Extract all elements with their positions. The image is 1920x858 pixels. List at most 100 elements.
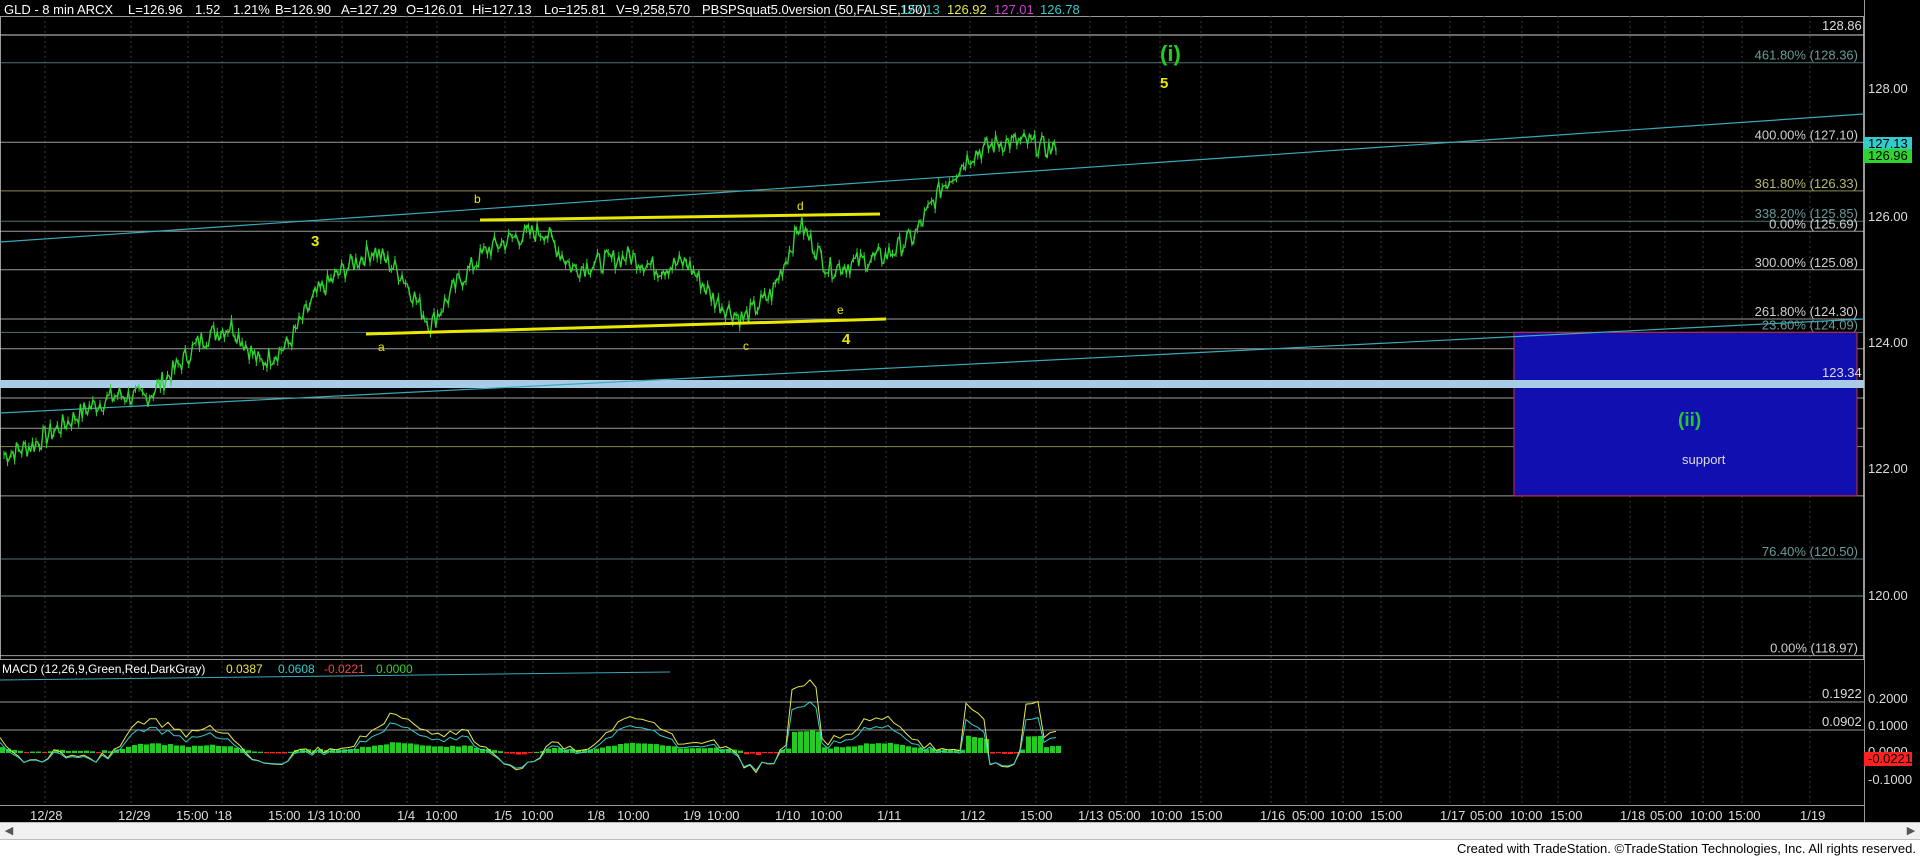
macd-histogram-bar — [360, 746, 365, 753]
macd-histogram-bar — [144, 744, 149, 753]
macd-histogram-bar — [174, 745, 179, 753]
time-tick: 10:00 — [707, 808, 740, 822]
header-ind-value-2: 126.92 — [947, 2, 987, 17]
macd-histogram-bar — [126, 746, 131, 753]
time-tick: 15:00 — [268, 808, 301, 822]
time-tick: 1/5 — [494, 808, 512, 822]
macd-tick: 0.1922 — [1822, 686, 1862, 701]
macd-histogram-bar — [390, 742, 395, 753]
macd-histogram-bar — [1008, 752, 1013, 754]
macd-histogram-bar — [900, 744, 905, 753]
macd-tick: 0.0902 — [1822, 714, 1862, 729]
time-tick: 10:00 — [1150, 808, 1183, 822]
macd-histogram-bar — [528, 752, 533, 754]
macd-histogram-bar — [990, 752, 995, 754]
macd-histogram-bar — [270, 752, 275, 754]
macd-histogram-bar — [30, 751, 35, 753]
macd-histogram-bar — [666, 745, 671, 753]
macd-histogram-bar — [36, 751, 41, 753]
scroll-right-arrow-icon[interactable]: ▶ — [1902, 823, 1920, 839]
macd-histogram-bar — [894, 744, 899, 753]
macd-histogram-bar — [168, 744, 173, 753]
fib-level-label: 461.80% (128.36) — [1755, 48, 1858, 63]
macd-histogram-bar — [258, 751, 263, 753]
macd-histogram-bar — [552, 747, 557, 753]
time-tick: 10:00 — [810, 808, 843, 822]
macd-histogram-bar — [504, 752, 509, 754]
macd-histogram-bar — [882, 743, 887, 753]
time-tick: 05:00 — [1108, 808, 1141, 822]
time-tick: '18 — [215, 808, 232, 822]
macd-histogram-bar — [852, 746, 857, 753]
macd-histogram-bar — [516, 752, 521, 755]
macd-histogram-bar — [132, 745, 137, 753]
macd-histogram-bar — [252, 751, 257, 753]
macd-histogram-bar — [384, 744, 389, 753]
channel-line-upper — [0, 113, 1865, 243]
time-tick: 15:00 — [176, 808, 209, 822]
price-line — [3, 131, 1057, 465]
macd-histogram-bar — [408, 743, 413, 753]
macd-histogram-bar — [222, 746, 227, 753]
macd-histogram-bar — [642, 743, 647, 753]
time-tick: 12/28 — [30, 808, 63, 822]
time-tick: 12/29 — [118, 808, 151, 822]
price-chart[interactable]: 461.80% (128.36) 400.00% (127.10) 361.80% … — [0, 0, 1920, 822]
macd-histogram-bar — [510, 752, 515, 754]
macd-histogram-bar — [630, 742, 635, 753]
macd-histogram-bar — [120, 748, 125, 753]
macd-tick: -0.1000 — [1868, 772, 1912, 787]
macd-histogram-bar — [426, 745, 431, 753]
time-tick: 1/16 — [1260, 808, 1285, 822]
macd-histogram-bar — [876, 743, 881, 753]
wave-label-3: 3 — [311, 233, 319, 250]
wave-label-b: b — [474, 192, 481, 206]
macd-histogram-bar — [234, 747, 239, 753]
price-tick: 128.00 — [1868, 81, 1908, 96]
macd-histogram-bar — [18, 750, 23, 753]
macd-histogram-bar — [96, 752, 101, 754]
macd-value-4: 0.0000 — [376, 662, 413, 676]
macd-histogram-bar — [444, 746, 449, 753]
macd-histogram-bar — [738, 750, 743, 753]
macd-histogram-bar — [1032, 736, 1037, 753]
trendline-lower — [365, 317, 887, 336]
time-tick: 10:00 — [1510, 808, 1543, 822]
time-tick: 1/12 — [960, 808, 985, 822]
wave-label-e: e — [837, 303, 844, 317]
macd-histogram-bar — [282, 752, 287, 754]
price-tick: 124.00 — [1868, 335, 1908, 350]
header-change: 1.52 — [195, 2, 220, 17]
fib-level-label: 361.80% (126.33) — [1755, 176, 1858, 191]
macd-histogram-bar — [420, 745, 425, 753]
macd-histogram-bar — [462, 745, 467, 753]
time-tick: 1/10 — [775, 808, 800, 822]
macd-histogram-bar — [180, 745, 185, 753]
macd-histogram-bar — [834, 746, 839, 753]
macd-histogram-bar — [864, 743, 869, 753]
time-tick: 10:00 — [1330, 808, 1363, 822]
time-tick: 05:00 — [1292, 808, 1325, 822]
macd-histogram-bar — [648, 743, 653, 753]
support-label: support — [1682, 452, 1726, 467]
time-tick: 1/3 — [307, 808, 325, 822]
scroll-left-arrow-icon[interactable]: ◀ — [0, 823, 18, 839]
macd-histogram-bar — [90, 751, 95, 753]
wave-label-ii: (ii) — [1678, 410, 1701, 431]
macd-histogram-bar — [438, 746, 443, 753]
macd-lines — [0, 679, 1864, 774]
macd-histogram-bar — [432, 746, 437, 753]
macd-histogram-bar — [72, 750, 77, 753]
copyright-text: Created with TradeStation. ©TradeStation… — [1456, 841, 1916, 856]
macd-tick: 0.2000 — [1868, 691, 1908, 706]
macd-histogram-bar — [828, 748, 833, 753]
macd-histogram-bar — [1044, 747, 1049, 753]
macd-histogram-bar — [204, 745, 209, 753]
time-tick: 05:00 — [1650, 808, 1683, 822]
header-change-pct: 1.21% — [233, 2, 270, 17]
time-tick: 1/19 — [1800, 808, 1825, 822]
macd-value-1: 0.0387 — [226, 662, 263, 676]
macd-histogram-bar — [846, 746, 851, 753]
horizontal-scrollbar[interactable]: ◀ ▶ — [0, 822, 1920, 840]
header-last: L=126.96 — [128, 2, 183, 17]
